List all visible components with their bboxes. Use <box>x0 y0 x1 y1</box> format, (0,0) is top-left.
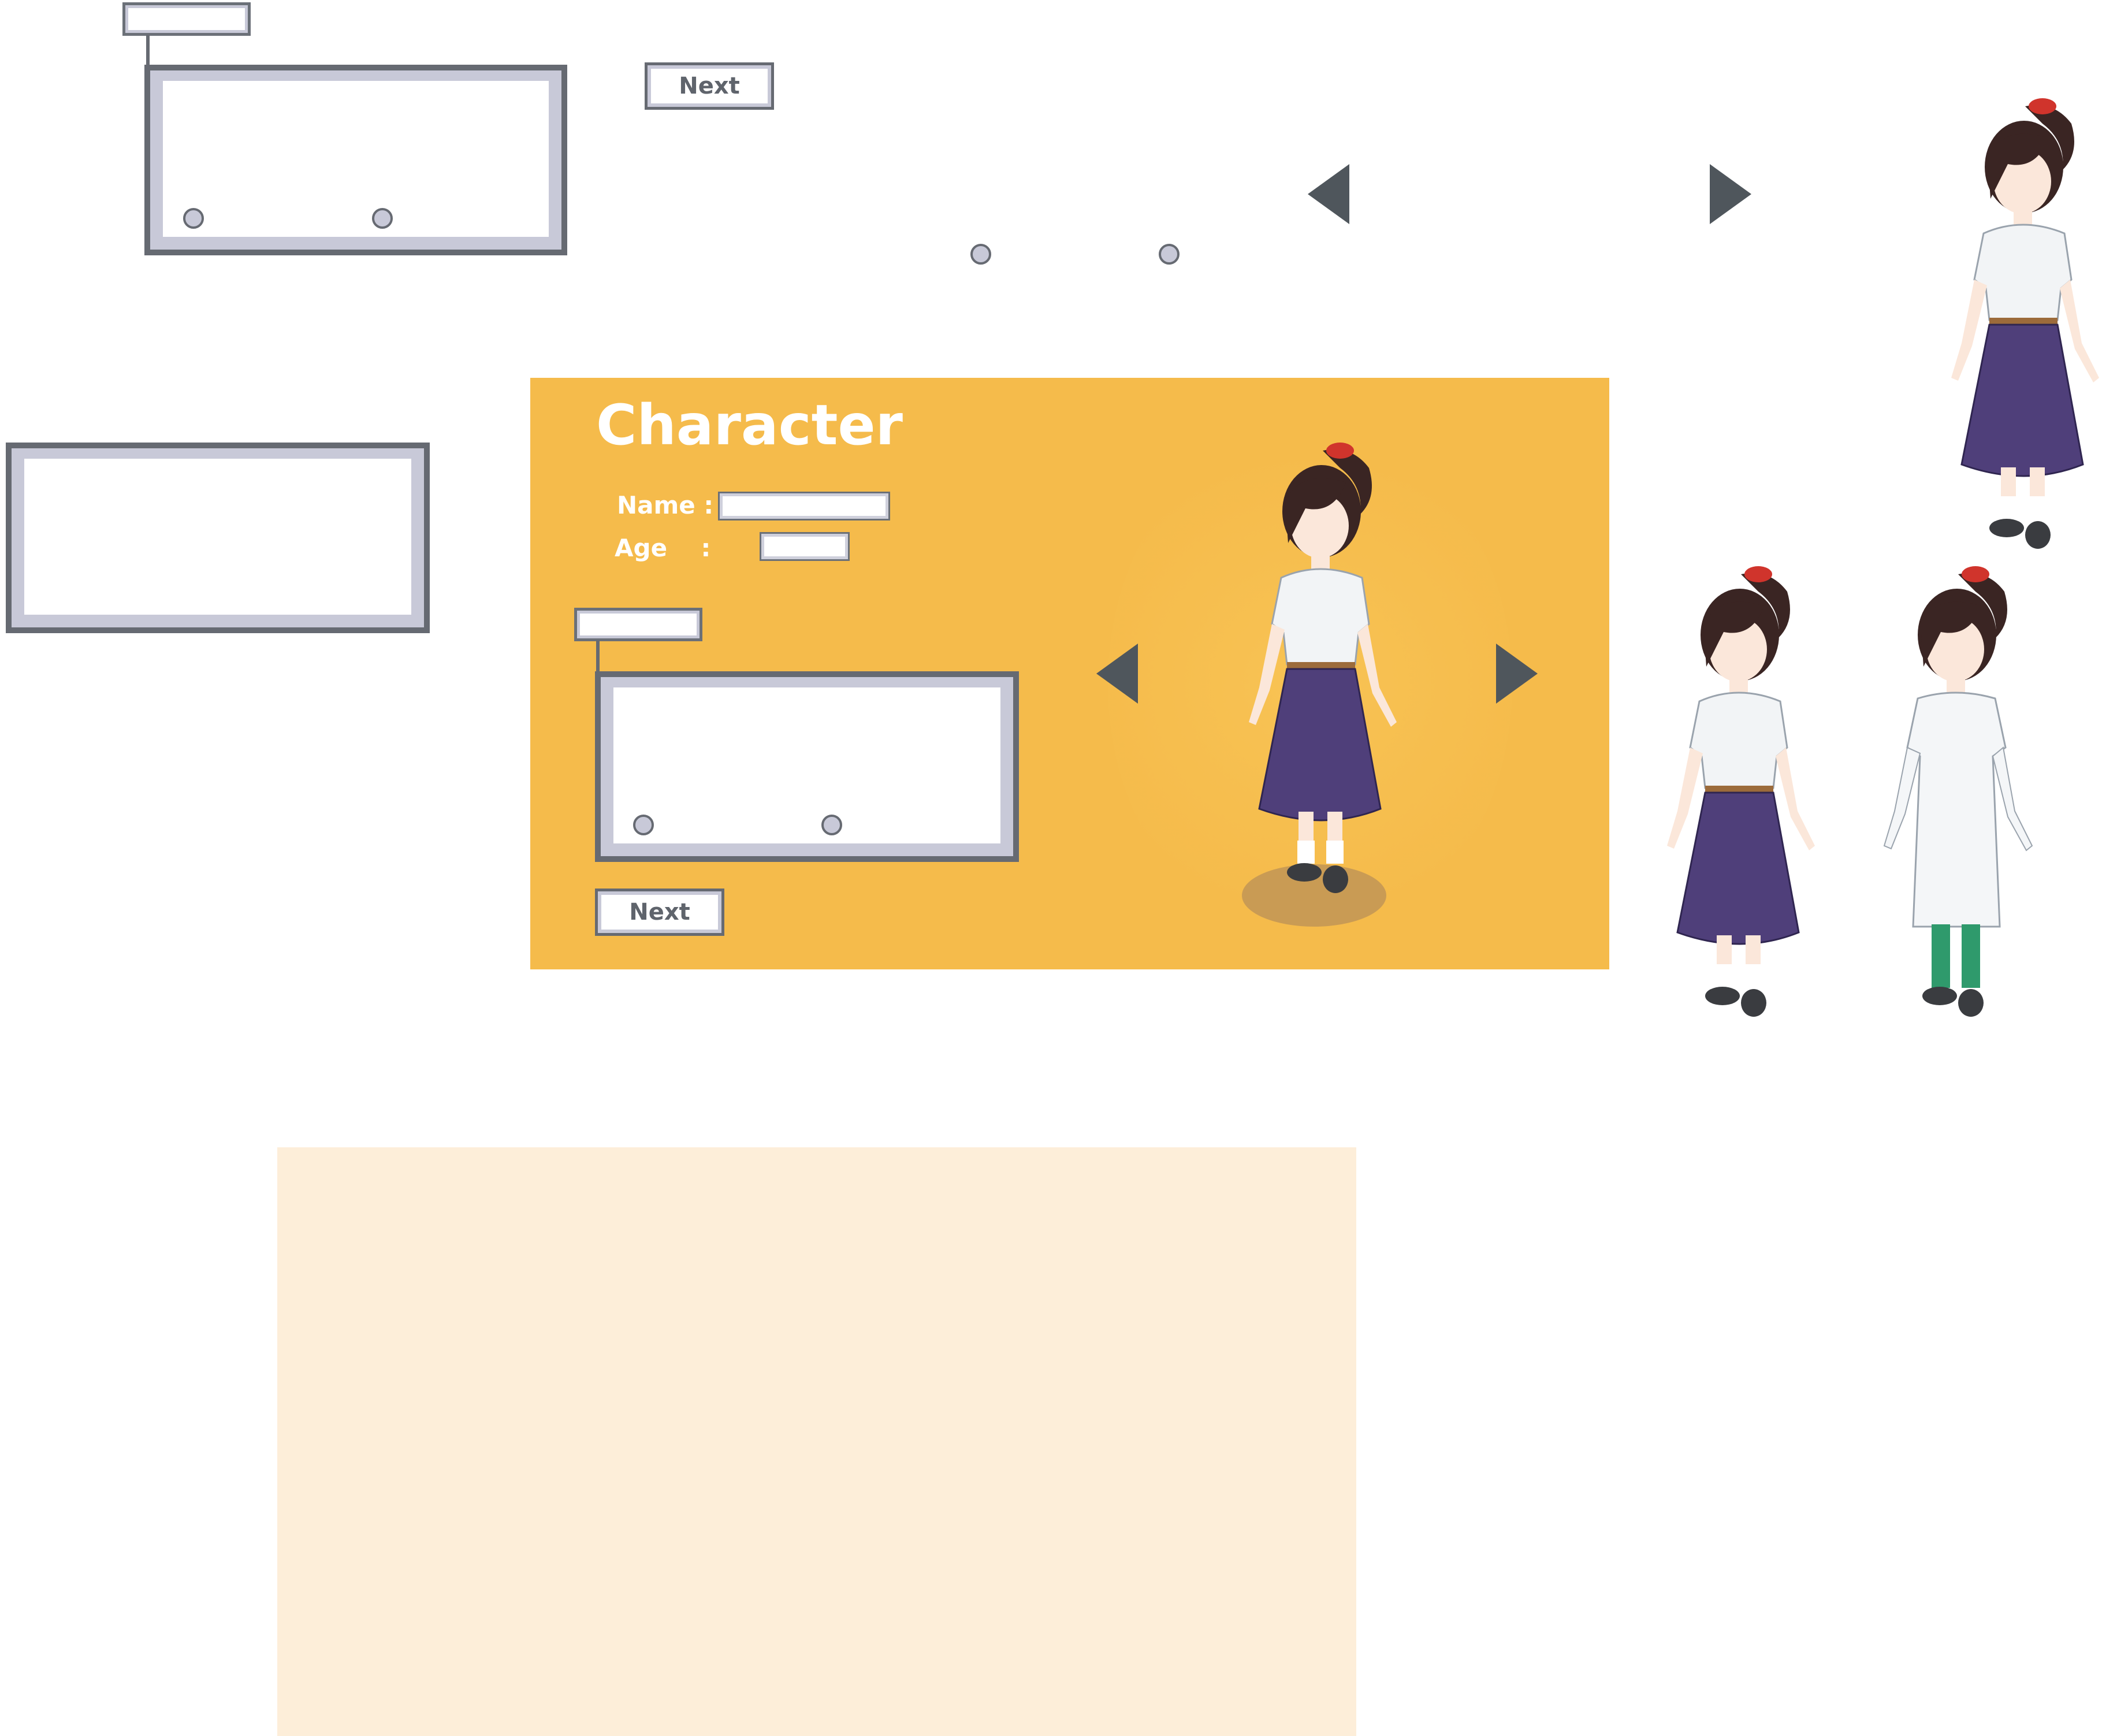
arrow-left-icon[interactable] <box>1096 644 1138 704</box>
description-dot-left <box>633 815 654 835</box>
dialog-frame <box>144 65 567 255</box>
arrow-left-icon[interactable] <box>1308 164 1349 224</box>
loose-dot-1 <box>970 244 991 265</box>
age-input[interactable] <box>761 534 848 559</box>
arrow-right-icon[interactable] <box>1710 164 1751 224</box>
tab-connector <box>596 640 600 675</box>
description-tab <box>574 608 702 641</box>
tab-connector <box>146 35 150 69</box>
description-dot-right <box>821 815 842 835</box>
cream-background-panel <box>277 1147 1356 1736</box>
empty-frame <box>6 443 430 633</box>
age-label: Age : <box>615 534 711 562</box>
character-screen: Character Name : Age : Next <box>530 378 1609 969</box>
character-sprite-schoolgirl <box>1667 566 1815 1017</box>
loose-dot-2 <box>1159 244 1180 265</box>
frame-tab <box>122 2 251 36</box>
next-button[interactable]: Next <box>595 889 724 936</box>
name-label: Name : <box>617 491 714 519</box>
name-input[interactable] <box>720 493 888 519</box>
description-box <box>595 671 1019 862</box>
character-sprite-labcoat <box>1883 566 2033 1017</box>
character-sprite-schoolgirl <box>1951 98 2099 549</box>
arrow-right-icon[interactable] <box>1496 644 1538 704</box>
frame-dot-left <box>183 208 204 229</box>
frame-dot-right <box>372 208 393 229</box>
character-sprite-schoolgirl <box>1249 443 1397 893</box>
page-title: Character <box>596 393 903 458</box>
next-button-asset[interactable]: Next <box>645 62 774 110</box>
